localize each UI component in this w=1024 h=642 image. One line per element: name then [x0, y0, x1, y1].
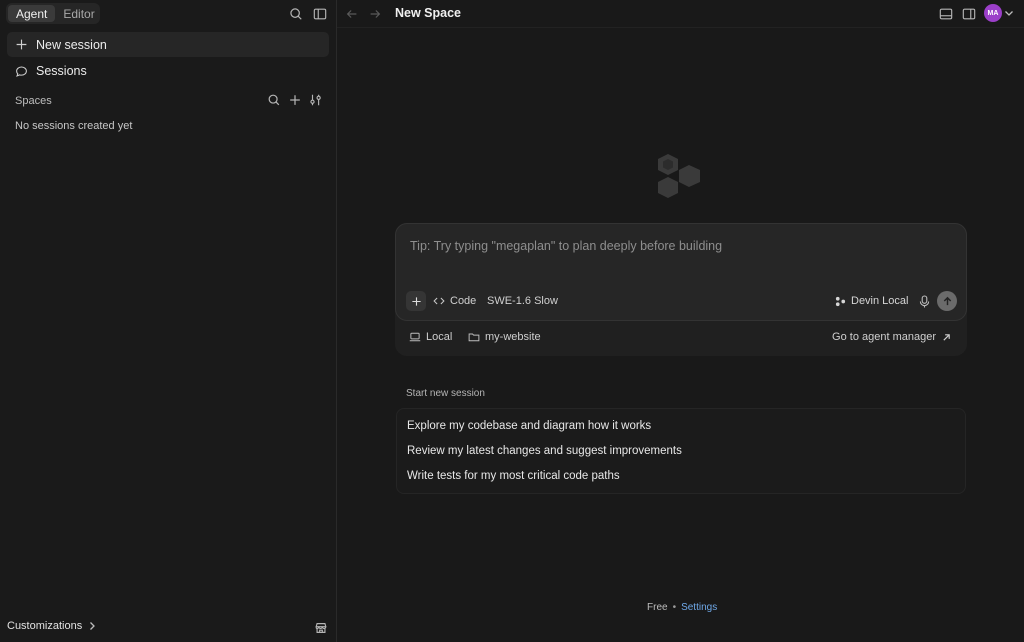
devin-logo-icon	[835, 296, 846, 306]
empty-sessions-message: No sessions created yet	[15, 120, 133, 132]
attach-button[interactable]	[406, 291, 426, 311]
environment-label: Local	[426, 331, 453, 343]
send-button[interactable]	[937, 291, 957, 311]
folder-icon	[468, 333, 480, 342]
new-session-button[interactable]: New session	[7, 32, 329, 57]
suggestion-item[interactable]: Review my latest changes and suggest imp…	[407, 445, 682, 457]
start-new-session-label: Start new session	[406, 388, 485, 399]
sidebar-footer: Customizations	[0, 618, 337, 638]
store-icon[interactable]	[311, 618, 331, 638]
repo-label: my-website	[485, 331, 541, 343]
new-session-label: New session	[36, 37, 107, 52]
repo-selector[interactable]: my-website	[468, 331, 541, 343]
customizations-label: Customizations	[7, 620, 83, 632]
sidebar: Agent Editor New session Sessions Spaces	[0, 0, 337, 642]
agent-label: Devin Local	[851, 295, 909, 307]
add-space-icon[interactable]	[285, 90, 305, 110]
forward-arrow-icon[interactable]	[365, 4, 385, 24]
prompt-input[interactable]: Tip: Try typing "megaplan" to plan deepl…	[410, 239, 722, 253]
tab-editor[interactable]: Editor	[55, 5, 102, 22]
user-avatar[interactable]: MA	[984, 4, 1002, 22]
mode-selector[interactable]: Code	[433, 292, 476, 310]
agent-manager-link[interactable]: Go to agent manager	[832, 331, 951, 343]
spaces-title: Spaces	[15, 95, 52, 107]
microphone-icon[interactable]	[917, 293, 931, 309]
suggestion-item[interactable]: Explore my codebase and diagram how it w…	[407, 420, 651, 432]
agent-manager-label: Go to agent manager	[832, 331, 936, 343]
model-selector[interactable]: SWE-1.6 Slow	[487, 295, 558, 307]
back-arrow-icon[interactable]	[342, 4, 362, 24]
sessions-link[interactable]: Sessions	[7, 60, 329, 82]
environment-selector[interactable]: Local	[409, 331, 452, 343]
mode-label: Code	[450, 295, 477, 307]
plus-icon	[16, 39, 27, 50]
environment-row: Local my-website Go to agent manager	[395, 321, 967, 356]
bottom-panel-toggle-icon[interactable]	[936, 4, 956, 24]
external-arrow-icon	[943, 333, 950, 341]
filter-sliders-icon[interactable]	[306, 90, 326, 110]
tab-agent[interactable]: Agent	[8, 5, 56, 22]
plan-label: Free	[647, 602, 668, 613]
code-brackets-icon	[433, 297, 445, 305]
sessions-label: Sessions	[36, 64, 87, 78]
laptop-icon	[409, 332, 421, 342]
agent-selector[interactable]: Devin Local	[835, 292, 908, 310]
chevron-down-icon[interactable]	[1004, 8, 1014, 18]
settings-link[interactable]: Settings	[681, 602, 717, 613]
customizations-link[interactable]: Customizations	[7, 620, 97, 632]
sidebar-header: Agent Editor	[0, 0, 337, 28]
app-window: Agent Editor New session Sessions Spaces	[0, 0, 1024, 642]
arrow-up-icon	[943, 296, 951, 305]
suggestion-item[interactable]: Write tests for my most critical code pa…	[407, 470, 620, 482]
mode-toggle: Agent Editor	[6, 3, 100, 24]
footer-separator: •	[672, 602, 677, 613]
chevron-right-icon	[90, 622, 96, 630]
composer-container: Tip: Try typing "megaplan" to plan deepl…	[395, 223, 967, 356]
main-panel: New Space MA Tip: Try typing "megaplan" …	[337, 0, 1024, 642]
search-spaces-icon[interactable]	[264, 90, 284, 110]
right-panel-toggle-icon[interactable]	[959, 4, 979, 24]
chat-bubble-icon	[16, 66, 27, 77]
footer: Free • Settings	[647, 602, 717, 613]
plus-icon	[411, 296, 421, 306]
app-logo-icon	[658, 154, 700, 198]
sidebar-toggle-icon[interactable]	[310, 4, 330, 24]
prompt-composer[interactable]: Tip: Try typing "megaplan" to plan deepl…	[395, 223, 967, 321]
top-bar: New Space MA	[337, 0, 1024, 28]
suggestion-list: Explore my codebase and diagram how it w…	[396, 408, 966, 494]
search-icon[interactable]	[286, 4, 306, 24]
page-title: New Space	[395, 6, 462, 20]
